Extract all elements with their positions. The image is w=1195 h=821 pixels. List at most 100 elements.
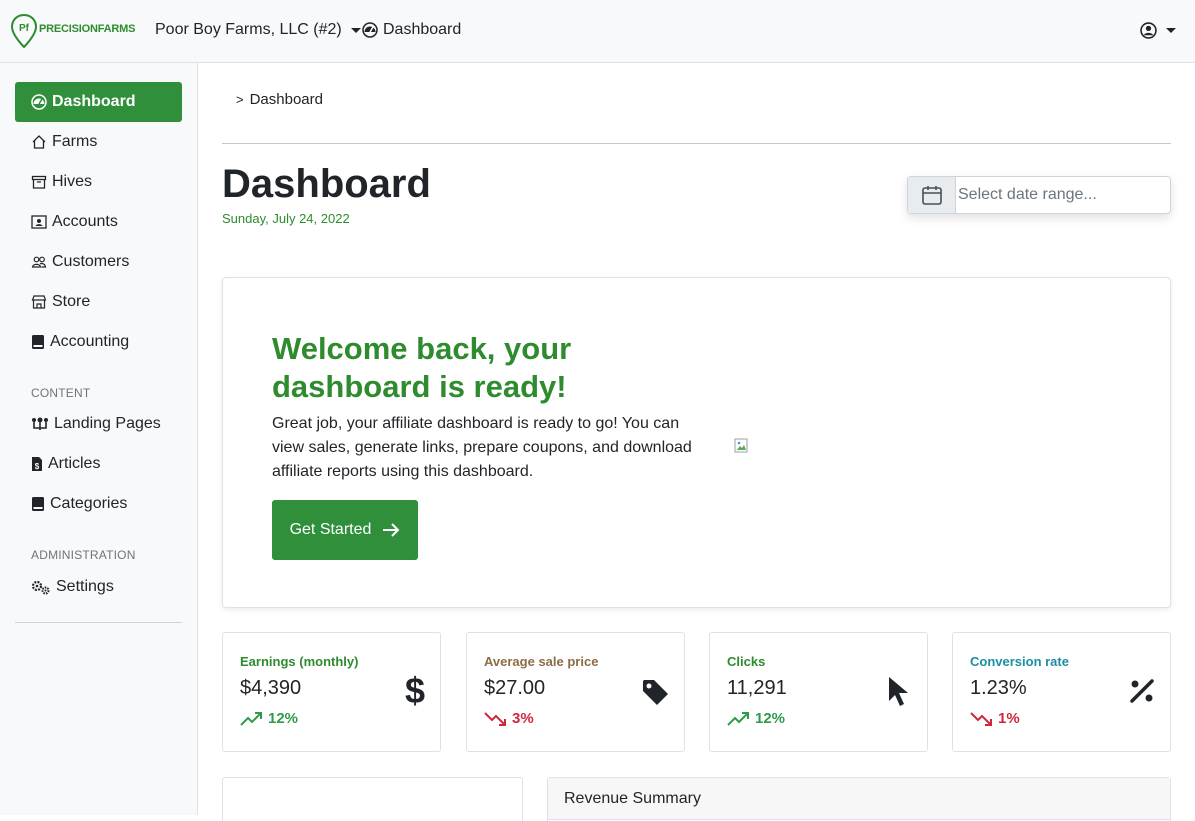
sidebar-item-articles[interactable]: $ Articles xyxy=(15,444,182,484)
book-icon xyxy=(32,335,44,349)
topbar-current-page-label: Dashboard xyxy=(383,21,462,38)
stat-trend-value: 1% xyxy=(998,710,1020,727)
sidebar-item-label: Settings xyxy=(56,578,114,595)
welcome-title: Welcome back, your dashboard is ready! xyxy=(272,331,572,404)
tag-icon xyxy=(643,680,668,705)
stat-label: Clicks xyxy=(727,654,766,669)
sidebar-item-label: Customers xyxy=(52,253,130,270)
gauge-icon xyxy=(31,94,47,110)
sidebar-item-label: Hives xyxy=(52,173,93,190)
sidebar-item-categories[interactable]: Categories xyxy=(15,484,182,524)
stat-trend: 12% xyxy=(727,710,785,727)
stat-trend: 12% xyxy=(240,710,298,727)
breadcrumb-current[interactable]: Dashboard xyxy=(250,91,323,108)
arrow-right-icon xyxy=(383,523,400,537)
stat-value: $27.00 xyxy=(484,677,546,699)
date-range-input[interactable] xyxy=(956,177,1170,213)
trend-up-icon xyxy=(727,711,749,726)
sidebar-item-label: Landing Pages xyxy=(54,415,161,432)
sidebar-item-settings[interactable]: Settings xyxy=(15,567,182,607)
page-date: Sunday, July 24, 2022 xyxy=(222,211,350,226)
stat-trend-value: 12% xyxy=(755,710,786,727)
user-circle-icon xyxy=(1140,22,1157,39)
svg-text:$: $ xyxy=(405,673,425,709)
caret-down-icon xyxy=(350,27,361,33)
stat-trend: 1% xyxy=(970,710,1020,727)
logo-text: PRECISIONFARMS xyxy=(39,23,136,35)
dollar-icon: $ xyxy=(405,673,425,709)
bottom-left-card xyxy=(222,777,523,821)
revenue-summary-card: Revenue Summary xyxy=(547,777,1171,821)
sidebar-divider xyxy=(15,622,182,623)
file-dollar-icon: $ xyxy=(32,457,42,471)
gauge-icon xyxy=(362,22,378,38)
sidebar-heading-content: CONTENT xyxy=(31,386,91,400)
stat-trend-value: 12% xyxy=(268,710,299,727)
stat-trend: 3% xyxy=(484,710,534,727)
person-card-icon xyxy=(31,215,47,229)
house-icon xyxy=(32,135,46,149)
get-started-button[interactable]: Get Started xyxy=(272,500,418,560)
sidebar-item-label: Categories xyxy=(50,495,128,512)
sidebar-item-label: Farms xyxy=(52,133,98,150)
sidebar-item-hives[interactable]: Hives xyxy=(15,162,182,202)
top-navbar: Pf PRECISIONFARMS Poor Boy Farms, LLC (#… xyxy=(0,0,1195,63)
gears-icon xyxy=(31,580,50,595)
revenue-summary-title: Revenue Summary xyxy=(548,778,1170,820)
stat-value: 1.23% xyxy=(970,677,1027,699)
shop-icon xyxy=(31,295,47,309)
sidebar-item-label: Accounts xyxy=(52,213,118,230)
date-range-picker[interactable] xyxy=(907,176,1171,214)
network-icon xyxy=(32,417,48,430)
trend-down-icon xyxy=(484,711,506,726)
percent-icon xyxy=(1130,679,1154,703)
sidebar-item-label: Store xyxy=(52,293,91,310)
stat-card-clicks: Clicks 11,291 12% xyxy=(709,632,928,752)
header-divider xyxy=(222,143,1171,144)
get-started-label: Get Started xyxy=(289,521,372,538)
stat-card-average-sale-price: Average sale price $27.00 3% xyxy=(466,632,685,752)
welcome-text: Great job, your affiliate dashboard is r… xyxy=(272,415,692,480)
sidebar-item-accounts[interactable]: Accounts xyxy=(15,202,182,242)
logo-pin-icon: Pf xyxy=(11,14,37,48)
sidebar-item-accounting[interactable]: Accounting xyxy=(15,322,182,362)
sidebar-item-dashboard[interactable]: Dashboard xyxy=(15,82,182,122)
stat-label: Earnings (monthly) xyxy=(240,654,359,669)
trend-up-icon xyxy=(240,711,262,726)
calendar-button[interactable] xyxy=(908,177,956,213)
farm-selector[interactable]: Poor Boy Farms, LLC (#2) xyxy=(155,21,361,39)
svg-text:$: $ xyxy=(35,462,40,471)
sidebar-item-store[interactable]: Store xyxy=(15,282,182,322)
trend-down-icon xyxy=(970,711,992,726)
brand-logo[interactable]: Pf PRECISIONFARMS xyxy=(11,14,135,48)
stat-value: 11,291 xyxy=(727,677,787,699)
breadcrumb-separator: > xyxy=(236,92,244,107)
stat-label: Conversion rate xyxy=(970,654,1069,669)
sidebar-item-label: Accounting xyxy=(50,333,130,350)
stat-value: $4,390 xyxy=(240,677,302,699)
stat-trend-value: 3% xyxy=(512,710,534,727)
stat-label: Average sale price xyxy=(484,654,599,669)
people-icon xyxy=(31,256,47,268)
svg-text:Pf: Pf xyxy=(19,23,30,34)
book-icon xyxy=(32,497,44,511)
welcome-card: Welcome back, your dashboard is ready! G… xyxy=(222,277,1171,608)
sidebar-item-landing-pages[interactable]: Landing Pages xyxy=(15,404,182,444)
user-menu[interactable] xyxy=(1140,22,1176,39)
stat-card-conversion-rate: Conversion rate 1.23% 1% xyxy=(952,632,1171,752)
sidebar-item-label: Articles xyxy=(48,455,101,472)
sidebar: Dashboard Farms Hives Accounts Customers xyxy=(0,63,198,815)
broken-image-icon xyxy=(734,438,748,453)
caret-down-icon xyxy=(1166,28,1176,33)
sidebar-item-farms[interactable]: Farms xyxy=(15,122,182,162)
sidebar-item-label: Dashboard xyxy=(52,93,136,110)
stat-card-earnings: Earnings (monthly) $4,390 12% $ xyxy=(222,632,441,752)
breadcrumb: > Dashboard xyxy=(236,91,323,108)
sidebar-item-customers[interactable]: Customers xyxy=(15,242,182,282)
topbar-current-page[interactable]: Dashboard xyxy=(362,21,461,39)
page-title: Dashboard xyxy=(222,162,431,206)
calendar-icon xyxy=(921,186,942,205)
cursor-icon xyxy=(889,677,908,706)
farm-selector-label: Poor Boy Farms, LLC (#2) xyxy=(155,21,342,38)
archive-icon xyxy=(31,175,47,189)
